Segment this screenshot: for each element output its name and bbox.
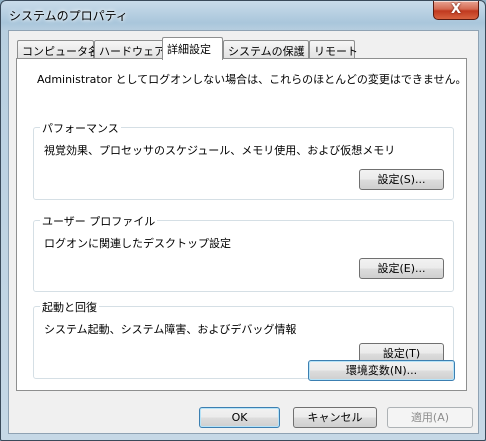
user-profile-settings-button[interactable]: 設定(E)...	[359, 258, 444, 279]
admin-notice: Administrator としてログオンしない場合は、これらのほとんどの変更は…	[37, 73, 467, 86]
performance-description: 視覚効果、プロセッサのスケジュール、メモリ使用、および仮想メモリ	[44, 144, 396, 157]
advanced-tab-panel: Administrator としてログオンしない場合は、これらのほとんどの変更は…	[16, 58, 467, 391]
dialog-client-area: コンピュータ名 ハードウェア 詳細設定 システムの保護 リモート Adminis…	[8, 30, 479, 434]
tab-computer-name[interactable]: コンピュータ名	[17, 40, 99, 58]
window-title: システムのプロパティ	[9, 9, 128, 23]
tab-system-protection[interactable]: システムの保護	[223, 40, 309, 58]
environment-variables-button[interactable]: 環境変数(N)...	[308, 360, 455, 381]
startup-recovery-description: システム起動、システム障害、およびデバッグ情報	[44, 323, 297, 336]
system-properties-window: システムのプロパティ X コンピュータ名 ハードウェア 詳細設定 システムの保護…	[0, 0, 486, 441]
performance-group: パフォーマンス 視覚効果、プロセッサのスケジュール、メモリ使用、および仮想メモリ…	[33, 120, 454, 200]
user-profile-group: ユーザー プロファイル ログオンに関連したデスクトップ設定 設定(E)...	[33, 213, 454, 292]
tab-remote[interactable]: リモート	[309, 40, 358, 58]
performance-group-title: パフォーマンス	[40, 120, 121, 136]
performance-settings-button[interactable]: 設定(S)...	[359, 169, 444, 190]
title-bar[interactable]: システムのプロパティ X	[1, 1, 485, 29]
tab-hardware[interactable]: ハードウェア	[94, 40, 165, 58]
user-profile-group-title: ユーザー プロファイル	[40, 213, 158, 229]
close-button[interactable]: X	[433, 1, 479, 20]
startup-recovery-group-title: 起動と回復	[40, 299, 99, 315]
user-profile-description: ログオンに関連したデスクトップ設定	[44, 237, 231, 250]
close-icon: X	[450, 2, 462, 17]
tab-advanced[interactable]: 詳細設定	[162, 37, 223, 60]
cancel-button[interactable]: キャンセル	[293, 407, 377, 428]
ok-button[interactable]: OK	[199, 407, 280, 428]
apply-button[interactable]: 適用(A)	[387, 407, 473, 428]
